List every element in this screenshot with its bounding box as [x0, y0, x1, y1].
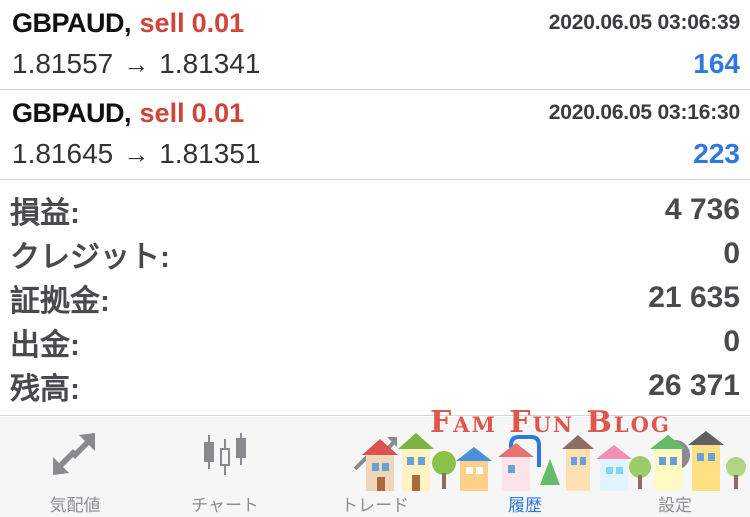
open-price: 1.81645: [12, 138, 114, 169]
tab-label: 履歴: [508, 496, 542, 515]
tab-quotes[interactable]: 気配値: [0, 417, 150, 517]
trade-prices: 1.81557 → 1.81341: [12, 48, 260, 80]
summary-value: 26 371: [648, 369, 740, 402]
summary-row-deposit: 証拠金: 21 635: [10, 275, 740, 321]
trade-item[interactable]: GBPAUD, sell 0.01 2020.06.05 03:16:30 1.8…: [0, 90, 750, 180]
tab-label: トレード: [341, 496, 409, 515]
tab-label: チャート: [191, 496, 259, 515]
summary-row-balance: 残高: 26 371: [10, 363, 740, 409]
trade-side: sell 0.01: [140, 98, 245, 129]
trade-volume: 0.01: [191, 97, 245, 128]
trade-profit: 223: [693, 138, 740, 169]
summary-row-profit: 損益: 4 736: [10, 187, 740, 233]
trade-prices: 1.81645 → 1.81351: [12, 138, 260, 170]
tab-history[interactable]: 履歴: [450, 417, 600, 517]
separator: ,: [124, 7, 132, 38]
trade-volume: 0.01: [191, 7, 245, 38]
summary-label: 出金:: [10, 329, 80, 362]
summary-label: 証拠金:: [10, 285, 110, 318]
quotes-arrows-icon: [47, 429, 103, 484]
account-summary: 損益: 4 736 クレジット: 0 証拠金: 21 635 出金: 0 残高:…: [0, 180, 750, 416]
summary-value: 0: [723, 237, 740, 270]
open-price: 1.81557: [12, 48, 114, 79]
tab-bar: 気配値 チャート トレード 履歴 設定: [0, 417, 750, 517]
close-price: 1.81351: [159, 138, 261, 169]
summary-row-withdrawal: 出金: 0: [10, 319, 740, 365]
trade-side-label: sell: [139, 7, 185, 38]
tab-label: 気配値: [49, 496, 101, 515]
trade-side-label: sell: [139, 97, 185, 128]
trade-item[interactable]: GBPAUD, sell 0.01 2020.06.05 03:06:39 1.8…: [0, 0, 750, 90]
history-icon: [497, 429, 553, 484]
trade-symbol: GBPAUD: [12, 97, 125, 128]
trade-time: 2020.06.05 03:16:30: [548, 101, 740, 124]
summary-label: クレジット:: [10, 241, 170, 274]
trade-header: GBPAUD, sell 0.01: [12, 8, 244, 39]
settings-gear-icon: [647, 429, 703, 484]
summary-label: 残高:: [10, 373, 80, 406]
close-price: 1.81341: [159, 48, 261, 79]
right-arrow-icon: →: [123, 48, 150, 79]
trade-symbol: GBPAUD: [12, 7, 125, 38]
tab-trade[interactable]: トレード: [300, 417, 450, 517]
tab-settings[interactable]: 設定: [600, 417, 750, 517]
trade-side: sell 0.01: [140, 8, 245, 39]
summary-value: 4 736: [664, 193, 740, 226]
tab-chart[interactable]: チャート: [150, 417, 300, 517]
separator: ,: [124, 97, 132, 128]
right-arrow-icon: →: [123, 138, 150, 169]
summary-label: 損益:: [10, 197, 80, 230]
summary-value: 21 635: [648, 281, 740, 314]
candlestick-chart-icon: [197, 429, 253, 484]
summary-value: 0: [723, 325, 740, 358]
trade-chart-icon: [347, 429, 403, 484]
trade-time: 2020.06.05 03:06:39: [548, 11, 740, 34]
tab-label: 設定: [658, 496, 692, 515]
trade-header: GBPAUD, sell 0.01: [12, 98, 244, 129]
summary-row-credit: クレジット: 0: [10, 231, 740, 277]
trade-profit: 164: [693, 48, 740, 79]
